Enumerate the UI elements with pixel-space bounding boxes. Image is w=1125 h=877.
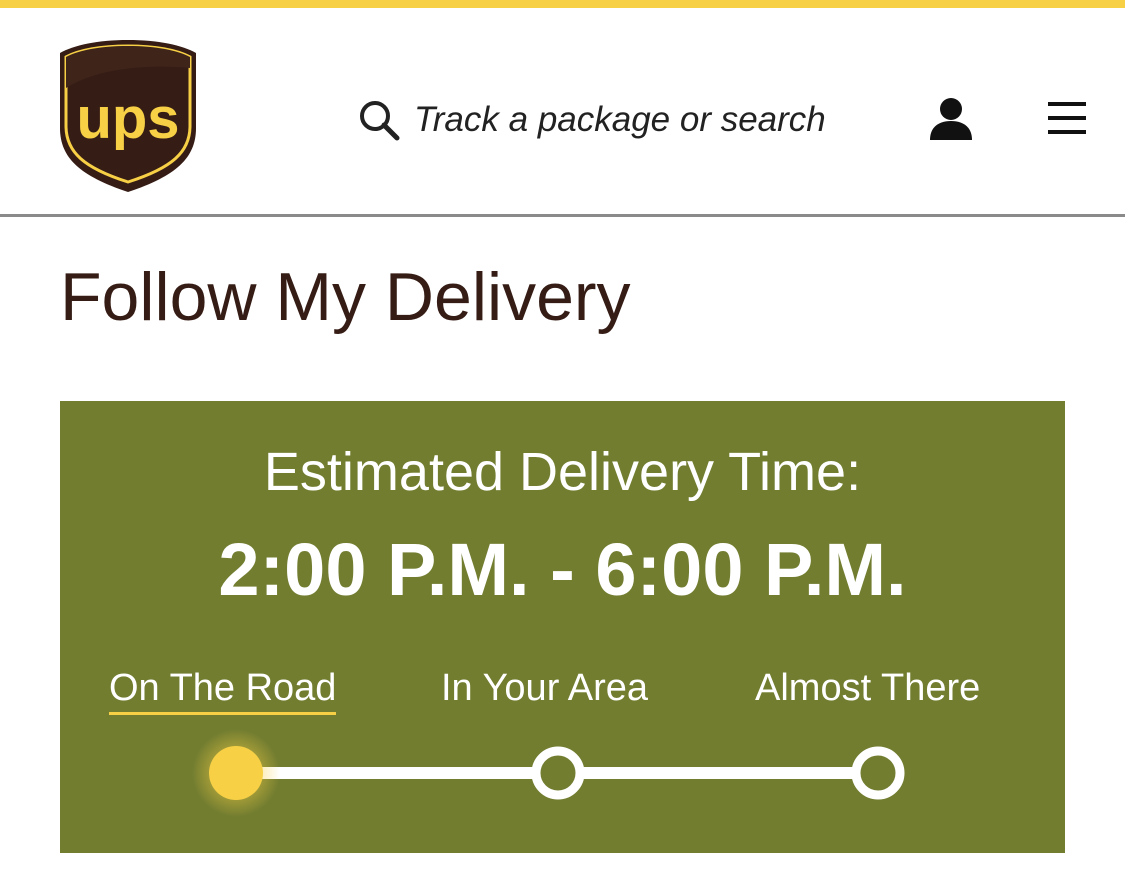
step-node-in-your-area (531, 746, 585, 800)
page-title: Follow My Delivery (60, 259, 631, 335)
svg-text:ups: ups (76, 86, 179, 151)
step-node-almost-there (851, 746, 905, 800)
header-divider (0, 214, 1125, 217)
ups-shield-icon: ups (60, 40, 196, 192)
step-node-on-the-road (209, 746, 263, 800)
search-icon (360, 101, 400, 141)
search-placeholder: Track a package or search (414, 100, 826, 139)
hamburger-menu-icon[interactable] (1046, 98, 1088, 138)
delivery-status-panel: Estimated Delivery Time: 2:00 P.M. - 6:0… (60, 401, 1065, 853)
ups-logo[interactable]: ups (58, 36, 198, 196)
delivery-progress-track (192, 729, 905, 817)
top-accent-stripe (0, 0, 1125, 8)
search-bar[interactable]: Track a package or search (358, 92, 826, 148)
account-icon[interactable] (928, 96, 974, 142)
progress-line-segment-2 (582, 767, 858, 779)
